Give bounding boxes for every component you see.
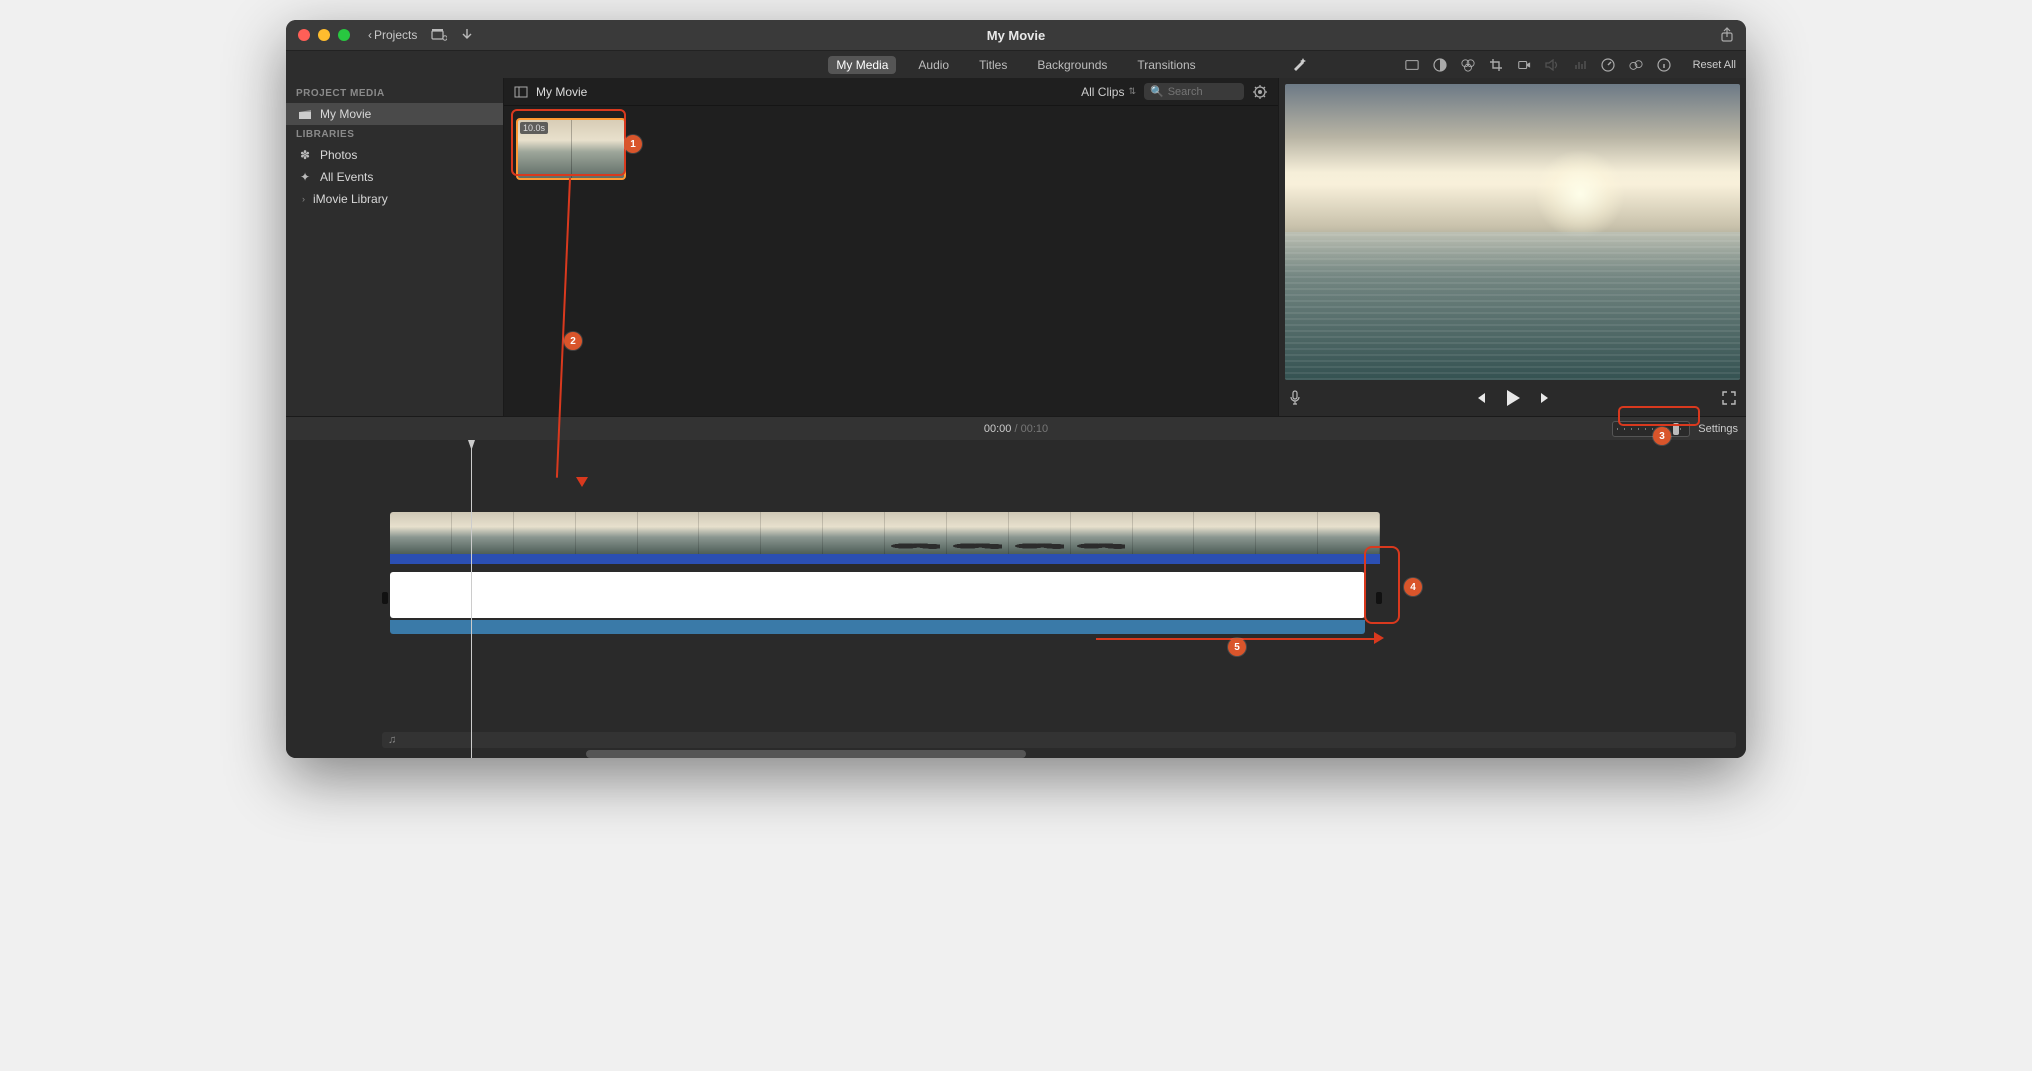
sidebar-item-label: My Movie <box>320 107 371 121</box>
transition-handle-right[interactable] <box>1376 592 1382 604</box>
fullscreen-icon[interactable] <box>1722 391 1736 405</box>
preview-sun-flare <box>1535 149 1625 239</box>
browser-header: My Movie All Clips ⇅ 🔍 <box>504 78 1278 106</box>
sidebar-item-label: iMovie Library <box>313 192 388 206</box>
timeline-zoom-slider[interactable] <box>1612 421 1690 437</box>
annotation-badge-5: 5 <box>1228 638 1246 656</box>
timeline-header: 00:00 / 00:10 Settings <box>286 416 1746 440</box>
annotation-badge-4: 4 <box>1404 578 1422 596</box>
chevron-right-icon: › <box>302 194 305 204</box>
search-field[interactable]: 🔍 <box>1144 83 1244 100</box>
video-track[interactable] <box>390 512 1380 564</box>
sidebar-item-my-movie[interactable]: My Movie <box>286 103 503 125</box>
crop-icon[interactable] <box>1489 58 1503 72</box>
reset-all-button[interactable]: Reset All <box>1693 59 1736 71</box>
speed-icon[interactable] <box>1601 58 1615 72</box>
download-arrow-icon[interactable] <box>461 28 473 42</box>
upper-panel: PROJECT MEDIA My Movie LIBRARIES ✽ Photo… <box>286 78 1746 416</box>
search-input[interactable] <box>1168 86 1238 98</box>
screen-icon[interactable] <box>1405 58 1419 72</box>
photos-icon: ✽ <box>298 148 312 162</box>
preview-pane <box>1278 78 1746 416</box>
timecode-total: 00:10 <box>1021 423 1049 435</box>
all-clips-dropdown[interactable]: All Clips ⇅ <box>1081 85 1136 99</box>
music-note-icon: ♫ <box>388 734 396 746</box>
transition-handle-left[interactable] <box>382 592 388 604</box>
annotation-arrowhead-5 <box>1374 632 1384 644</box>
browser-title: My Movie <box>536 85 587 99</box>
timeline-settings-button[interactable]: Settings <box>1698 423 1738 435</box>
list-view-icon[interactable] <box>514 86 528 98</box>
star-icon: ✦ <box>298 170 312 184</box>
search-icon: 🔍 <box>1150 85 1164 98</box>
clip-duration-badge: 10.0s <box>520 122 548 134</box>
video-clip-strip[interactable] <box>390 512 1380 554</box>
noise-reduction-icon[interactable] <box>1573 58 1587 72</box>
browser-body: 10.0s <box>504 106 1278 416</box>
media-tabs-bar: My Media Audio Titles Backgrounds Transi… <box>286 50 1746 78</box>
minimize-window-button[interactable] <box>318 29 330 41</box>
window-controls <box>298 29 350 41</box>
preview-video[interactable] <box>1285 84 1740 380</box>
sidebar-item-label: Photos <box>320 148 357 162</box>
sidebar-item-all-events[interactable]: ✦ All Events <box>286 166 503 188</box>
annotation-badge-3: 3 <box>1653 427 1671 445</box>
projects-label: Projects <box>374 28 417 42</box>
tab-audio[interactable]: Audio <box>910 56 957 74</box>
volume-icon[interactable] <box>1545 58 1559 72</box>
window-title: My Movie <box>987 28 1046 43</box>
share-icon[interactable] <box>1720 27 1734 43</box>
color-correction-icon[interactable] <box>1461 58 1475 72</box>
adjustment-toolbar: Reset All <box>1405 58 1736 72</box>
import-media-button[interactable] <box>431 28 447 42</box>
preview-controls <box>1279 380 1746 416</box>
clapperboard-icon <box>298 108 312 120</box>
media-browser: My Movie All Clips ⇅ 🔍 10.0s <box>504 78 1278 416</box>
zoom-knob[interactable] <box>1673 423 1679 435</box>
tab-transitions[interactable]: Transitions <box>1129 56 1203 74</box>
timeline-scrollbar[interactable] <box>586 750 1026 758</box>
title-audio-strip[interactable] <box>390 620 1365 634</box>
next-frame-button[interactable] <box>1539 391 1553 405</box>
annotation-badge-1: 1 <box>624 135 642 153</box>
stabilization-icon[interactable] <box>1517 58 1531 72</box>
title-clip[interactable] <box>390 572 1365 618</box>
libraries-header: LIBRARIES <box>286 125 503 144</box>
app-window: ‹ Projects My Movie My Media Audio Title… <box>286 20 1746 758</box>
color-balance-icon[interactable] <box>1433 58 1447 72</box>
tab-backgrounds[interactable]: Backgrounds <box>1029 56 1115 74</box>
fullscreen-window-button[interactable] <box>338 29 350 41</box>
titlebar: ‹ Projects My Movie <box>286 20 1746 50</box>
voiceover-mic-icon[interactable] <box>1289 390 1301 406</box>
preview-ocean <box>1285 232 1740 380</box>
timeline[interactable]: ♫ <box>286 440 1746 758</box>
clip-filter-icon[interactable] <box>1629 58 1643 72</box>
enhance-wand-icon[interactable] <box>1291 56 1307 72</box>
updown-icon: ⇅ <box>1128 86 1136 97</box>
media-clip-thumbnail[interactable]: 10.0s <box>516 118 626 180</box>
previous-frame-button[interactable] <box>1473 391 1487 405</box>
chevron-left-icon: ‹ <box>368 28 372 42</box>
info-icon[interactable] <box>1657 58 1671 72</box>
project-media-header: PROJECT MEDIA <box>286 84 503 103</box>
projects-back-button[interactable]: ‹ Projects <box>368 28 417 42</box>
playhead[interactable] <box>471 440 472 758</box>
sidebar-item-photos[interactable]: ✽ Photos <box>286 144 503 166</box>
all-clips-label: All Clips <box>1081 85 1124 99</box>
background-music-track[interactable]: ♫ <box>382 732 1736 748</box>
annotation-badge-2: 2 <box>564 332 582 350</box>
gear-icon[interactable] <box>1252 84 1268 100</box>
annotation-arrowhead-1 <box>576 477 588 487</box>
close-window-button[interactable] <box>298 29 310 41</box>
sidebar: PROJECT MEDIA My Movie LIBRARIES ✽ Photo… <box>286 78 504 416</box>
timecode-current: 00:00 <box>984 423 1012 435</box>
sidebar-item-label: All Events <box>320 170 373 184</box>
audio-clip-strip[interactable] <box>390 554 1380 564</box>
sidebar-item-imovie-library[interactable]: › iMovie Library <box>286 188 503 210</box>
timeline-timecode: 00:00 / 00:10 <box>984 423 1048 435</box>
tab-titles[interactable]: Titles <box>971 56 1015 74</box>
play-button[interactable] <box>1505 389 1521 407</box>
tab-my-media[interactable]: My Media <box>828 56 896 74</box>
